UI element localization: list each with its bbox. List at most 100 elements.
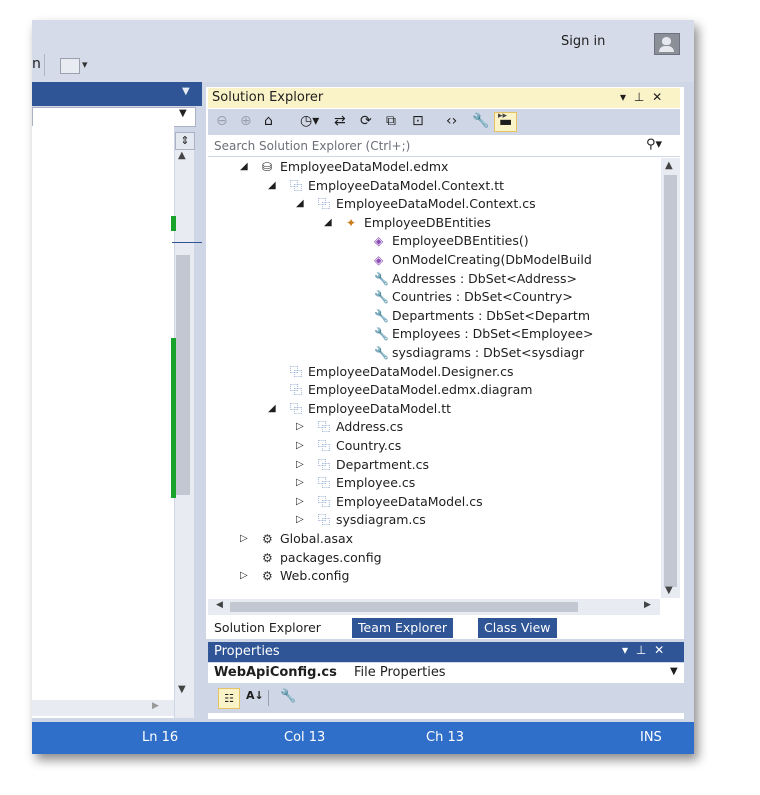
- alphabetical-icon[interactable]: A↓: [246, 689, 264, 702]
- tree-item[interactable]: ▷ ⿻ Country.cs: [208, 437, 658, 455]
- scroll-up-icon[interactable]: ▲: [178, 150, 186, 161]
- tree-item[interactable]: ◈ EmployeeDBEntities(): [208, 232, 658, 250]
- tab-dropdown-icon[interactable]: ▼: [182, 86, 190, 97]
- toolbar-separator: [268, 690, 269, 706]
- visual-studio-window: n ▾ Sign in ▼ ▼ ⇕ ▲ ▼ ▶ Solution Explore…: [32, 20, 694, 754]
- scroll-up-icon[interactable]: ▲: [665, 160, 673, 171]
- window-controls[interactable]: ▾ ⊥ ✕: [622, 643, 666, 657]
- refresh-icon[interactable]: ⟳: [360, 113, 372, 129]
- collapse-icon[interactable]: ◢: [268, 177, 276, 195]
- avatar-icon[interactable]: [654, 33, 680, 55]
- tree-item[interactable]: ▷ ⿻ Employee.cs: [208, 474, 658, 492]
- property-pages-icon[interactable]: 🔧: [280, 689, 296, 704]
- expand-icon[interactable]: ▷: [296, 474, 304, 492]
- tree-item-label: Employees : DbSet<Employee>: [392, 326, 594, 342]
- collapse-icon[interactable]: ◢: [240, 158, 248, 176]
- file-type-icon: ⿻: [318, 476, 331, 491]
- tree-item-label: packages.config: [280, 549, 382, 565]
- tree-item[interactable]: 🔧 Addresses : DbSet<Address>: [208, 270, 658, 288]
- file-type-icon: ◈: [374, 234, 384, 249]
- scroll-thumb[interactable]: [664, 175, 677, 587]
- tree-item[interactable]: 🔧 Employees : DbSet<Employee>: [208, 325, 658, 343]
- file-type-icon: ⛁: [262, 160, 273, 174]
- expand-icon[interactable]: ▷: [296, 418, 304, 436]
- forward-icon[interactable]: ⊕: [240, 113, 252, 129]
- menu-fragment[interactable]: n: [32, 56, 41, 72]
- property-grid[interactable]: [208, 713, 684, 719]
- file-type-icon: 🔧: [374, 346, 389, 360]
- categorized-icon[interactable]: ☷: [218, 688, 240, 709]
- tab-team-explorer[interactable]: Team Explorer: [352, 618, 454, 638]
- collapse-icon[interactable]: ◢: [268, 400, 276, 418]
- tree-item[interactable]: ◢ ⿻ EmployeeDataModel.Context.cs: [208, 195, 658, 213]
- history-icon[interactable]: ◷▾: [300, 113, 319, 129]
- tree-item[interactable]: 🔧 Countries : DbSet<Country>: [208, 288, 658, 306]
- collapse-icon[interactable]: ◢: [324, 214, 332, 232]
- tree-item[interactable]: ▷ ⿻ Address.cs: [208, 418, 658, 436]
- chevron-down-icon[interactable]: ▼: [179, 108, 187, 119]
- tree-item[interactable]: ▷ ⚙ Global.asax: [208, 530, 658, 548]
- code-editor[interactable]: [32, 126, 174, 718]
- collapse-icon[interactable]: ◢: [296, 195, 304, 213]
- collapse-all-icon[interactable]: ⧉: [386, 113, 396, 129]
- chevron-down-icon[interactable]: ▼: [670, 666, 678, 677]
- properties-icon[interactable]: 🔧: [472, 113, 489, 129]
- solution-explorer-toolbar: ⊖ ⊕ ⌂ ◷▾ ⇄ ⟳ ⧉ ⊡ ‹› 🔧 ▬: [208, 109, 680, 135]
- expand-icon[interactable]: ▷: [296, 456, 304, 474]
- tree-item[interactable]: ⚙ packages.config: [208, 549, 658, 567]
- tree-item[interactable]: ▷ ⿻ sysdiagram.cs: [208, 511, 658, 529]
- scroll-thumb[interactable]: [230, 602, 578, 612]
- chart-icon[interactable]: [60, 58, 80, 74]
- file-type-icon: ⿻: [318, 197, 331, 212]
- file-type-icon: ⚙: [262, 550, 273, 565]
- change-marker: [171, 338, 176, 498]
- show-all-files-icon[interactable]: ⊡: [412, 113, 424, 129]
- tree-item[interactable]: ◢ ⿻ EmployeeDataModel.Context.tt: [208, 177, 658, 195]
- search-input[interactable]: Search Solution Explorer (Ctrl+;): [214, 139, 410, 153]
- tree-item[interactable]: ◢ ⿻ EmployeeDataModel.tt: [208, 400, 658, 418]
- file-type-icon: ⿻: [318, 513, 331, 528]
- tree-item[interactable]: ⿻ EmployeeDataModel.edmx.diagram: [208, 381, 658, 399]
- back-icon[interactable]: ⊖: [216, 113, 228, 129]
- home-icon[interactable]: ⌂: [264, 113, 273, 129]
- solution-explorer-title-bar: Solution Explorer ▾ ⊥ ✕: [208, 88, 680, 108]
- tree-item[interactable]: ◢ ⛁ EmployeeDataModel.edmx: [208, 158, 658, 176]
- expand-icon[interactable]: ▷: [240, 530, 248, 548]
- menu-bar: [32, 20, 694, 82]
- tree-item[interactable]: ▷ ⿻ Department.cs: [208, 456, 658, 474]
- sync-icon[interactable]: ⇄: [334, 113, 346, 129]
- tree-item[interactable]: ◢ ✦ EmployeeDBEntities: [208, 214, 658, 232]
- tree-item-label: Countries : DbSet<Country>: [392, 289, 573, 305]
- solution-explorer-search[interactable]: Search Solution Explorer (Ctrl+;) ⚲▾: [208, 136, 680, 157]
- tab-class-view[interactable]: Class View: [478, 618, 557, 638]
- properties-object-selector[interactable]: WebApiConfig.cs File Properties ▼: [208, 663, 684, 683]
- scroll-down-icon[interactable]: ▼: [665, 585, 673, 596]
- scroll-down-icon[interactable]: ▼: [178, 684, 186, 695]
- expand-icon[interactable]: ▷: [240, 567, 248, 585]
- scroll-right-icon[interactable]: ▶: [644, 600, 651, 610]
- expand-icon[interactable]: ▷: [296, 511, 304, 529]
- tree-item[interactable]: 🔧 sysdiagrams : DbSet<sysdiagr: [208, 344, 658, 362]
- navigation-dropdown[interactable]: [32, 107, 196, 127]
- toolbar-overflow-icon[interactable]: ▾: [82, 58, 88, 71]
- split-window-icon[interactable]: ⇕: [175, 132, 195, 150]
- expand-icon[interactable]: ▷: [296, 437, 304, 455]
- expand-icon[interactable]: ▷: [296, 493, 304, 511]
- tree-item[interactable]: ⿻ EmployeeDataModel.Designer.cs: [208, 363, 658, 381]
- tree-item[interactable]: ▷ ⚙ Web.config: [208, 567, 658, 585]
- scroll-thumb[interactable]: [176, 255, 190, 495]
- toolbar-overflow-icon[interactable]: ▸▸: [498, 111, 507, 121]
- tree-item[interactable]: ▷ ⿻ EmployeeDataModel.cs: [208, 493, 658, 511]
- sign-in-link[interactable]: Sign in: [561, 34, 605, 49]
- window-controls[interactable]: ▾ ⊥ ✕: [620, 90, 664, 104]
- tree-item[interactable]: 🔧 Departments : DbSet<Departm: [208, 307, 658, 325]
- tree-item-label: EmployeeDataModel.Designer.cs: [308, 363, 514, 379]
- tree-item-label: Web.config: [280, 568, 350, 584]
- tab-solution-explorer[interactable]: Solution Explorer: [208, 618, 327, 638]
- file-type-icon: ⿻: [318, 494, 331, 509]
- scroll-right-icon[interactable]: ▶: [152, 701, 159, 711]
- view-code-icon[interactable]: ‹›: [446, 113, 457, 129]
- scroll-left-icon[interactable]: ◀: [216, 600, 223, 610]
- tree-item[interactable]: ◈ OnModelCreating(DbModelBuild: [208, 251, 658, 269]
- search-icon[interactable]: ⚲▾: [646, 137, 662, 152]
